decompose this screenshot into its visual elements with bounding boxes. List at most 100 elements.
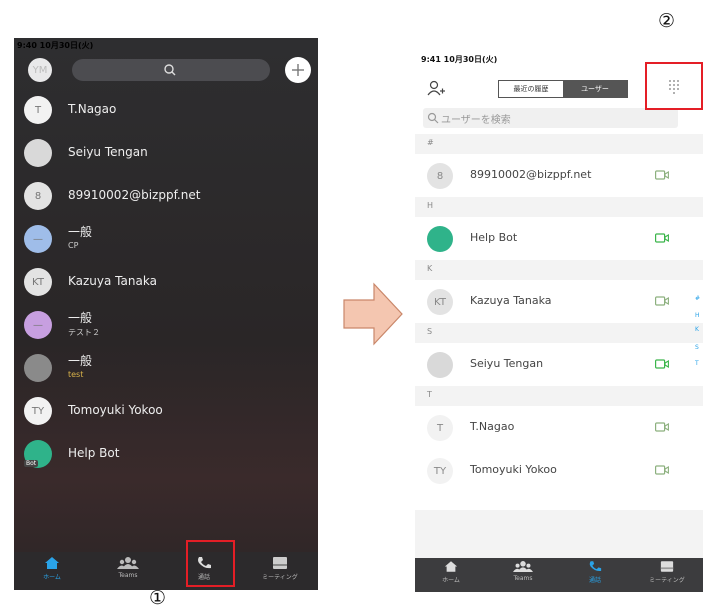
right-arrow-icon <box>343 282 403 346</box>
top-bar: YM <box>14 53 318 87</box>
user-name: Tomoyuki Yokoo <box>470 463 557 476</box>
teams-icon <box>117 557 139 569</box>
phone-icon <box>589 561 602 571</box>
tab-meeting[interactable]: ミーティング <box>242 556 318 590</box>
search-input[interactable]: ユーザーを検索 <box>423 108 678 128</box>
segmented-control: 最近の履歴 ユーザー <box>498 80 628 98</box>
tab-meeting-label: ミーティング <box>262 574 298 581</box>
tab-home-label: ホーム <box>442 577 460 584</box>
highlight-call-tab <box>186 540 235 587</box>
avatar: T <box>427 415 453 441</box>
contact-name: T.Nagao <box>68 102 117 116</box>
user-row[interactable]: 8 89910002@bizppf.net <box>415 154 703 197</box>
tab-call[interactable]: 通話 <box>559 560 631 592</box>
tab-meeting-label: ミーティング <box>649 577 685 584</box>
video-call-icon[interactable] <box>655 296 669 306</box>
user-row[interactable]: T T.Nagao <box>415 406 703 449</box>
avatar: — <box>24 225 52 253</box>
home-icon <box>444 561 458 572</box>
section-header-label: K <box>427 264 433 273</box>
add-button[interactable] <box>285 57 311 83</box>
section-header: S <box>415 323 703 343</box>
avatar <box>24 354 52 382</box>
contact-row[interactable]: — 一般 CP <box>14 219 318 259</box>
tab-teams[interactable]: Teams <box>90 556 166 590</box>
tab-bar: ホーム Teams 通話 ミーティング <box>415 558 703 592</box>
section-header-label: T <box>427 390 432 399</box>
add-user-icon[interactable] <box>427 80 445 96</box>
user-row[interactable]: KT Kazuya Tanaka <box>415 280 703 323</box>
avatar <box>427 226 453 252</box>
index-letter[interactable]: S <box>695 344 699 351</box>
left-phone-screen: 9:40 10月30日(火) YM T T.Nagao Seiyu Tengan 8 8… <box>14 38 318 590</box>
tab-home[interactable]: ホーム <box>415 560 487 592</box>
section-header: T <box>415 386 703 406</box>
video-call-icon[interactable] <box>655 170 669 180</box>
contact-name: Kazuya Tanaka <box>68 274 157 288</box>
contact-name: 一般 <box>68 225 93 239</box>
avatar: T <box>24 96 52 124</box>
teams-icon <box>513 561 533 572</box>
tab-bar: ホーム Teams 通話 ミーティング <box>14 552 318 590</box>
home-icon <box>45 557 59 569</box>
video-call-icon[interactable] <box>655 465 669 475</box>
section-header-label: H <box>427 201 434 210</box>
contact-name: 89910002@bizppf.net <box>68 188 201 202</box>
plus-icon <box>292 64 304 76</box>
avatar <box>24 139 52 167</box>
tab-home[interactable]: ホーム <box>14 556 90 590</box>
user-row[interactable]: Help Bot <box>415 217 703 260</box>
bot-badge: Bot <box>24 460 39 467</box>
contact-row[interactable]: Help Bot Bot <box>14 434 318 474</box>
video-call-icon[interactable] <box>655 233 669 243</box>
calendar-icon <box>273 557 287 569</box>
video-call-icon[interactable] <box>655 422 669 432</box>
tab-call-label: 通話 <box>588 577 601 584</box>
user-row[interactable]: Seiyu Tengan <box>415 343 703 386</box>
contact-row[interactable]: T T.Nagao <box>14 90 318 130</box>
contact-name: Seiyu Tengan <box>68 145 148 159</box>
user-name: Help Bot <box>470 231 518 244</box>
tab-teams[interactable]: Teams <box>487 560 559 592</box>
segment-recent[interactable]: 最近の履歴 <box>499 81 563 97</box>
contact-name: Help Bot <box>68 446 120 460</box>
user-name: Kazuya Tanaka <box>470 294 552 307</box>
contact-subtitle: test <box>68 370 84 379</box>
avatar <box>427 352 453 378</box>
segment-users[interactable]: ユーザー <box>563 81 627 97</box>
section-header: # <box>415 134 703 154</box>
contact-row[interactable]: — 一般 テスト２ <box>14 305 318 345</box>
search-bar[interactable] <box>72 59 270 81</box>
user-name: 89910002@bizppf.net <box>470 168 592 181</box>
highlight-dialpad <box>645 62 703 110</box>
status-bar: 9:41 10月30日(火) <box>421 55 498 64</box>
index-letter[interactable]: H <box>695 312 700 319</box>
index-letter[interactable]: K <box>695 326 699 333</box>
contact-row[interactable]: TY Tomoyuki Yokoo <box>14 391 318 431</box>
tab-home-label: ホーム <box>43 574 61 581</box>
contact-row[interactable]: 8 89910002@bizppf.net <box>14 176 318 216</box>
avatar: 8 <box>427 163 453 189</box>
contact-name: Tomoyuki Yokoo <box>68 403 163 417</box>
avatar[interactable]: YM <box>28 58 52 82</box>
section-header-label: # <box>427 138 434 147</box>
user-name: T.Nagao <box>470 420 515 433</box>
contact-name: 一般 <box>68 354 93 368</box>
step-1-callout: ① <box>149 587 167 609</box>
calendar-icon <box>660 561 674 572</box>
contact-row[interactable]: Seiyu Tengan <box>14 133 318 173</box>
contact-row[interactable]: KT Kazuya Tanaka <box>14 262 318 302</box>
index-letter[interactable]: # <box>695 295 700 302</box>
user-row[interactable]: TY Tomoyuki Yokoo <box>415 449 703 492</box>
index-letter[interactable]: T <box>695 360 699 367</box>
video-call-icon[interactable] <box>655 359 669 369</box>
search-placeholder: ユーザーを検索 <box>441 115 511 126</box>
avatar: — <box>24 311 52 339</box>
list-footer <box>415 510 703 558</box>
contact-row[interactable]: 一般 test <box>14 348 318 388</box>
section-header: K <box>415 260 703 280</box>
search-icon <box>427 112 439 124</box>
tab-meeting[interactable]: ミーティング <box>631 560 703 592</box>
contact-subtitle: CP <box>68 241 79 250</box>
avatar: KT <box>24 268 52 296</box>
